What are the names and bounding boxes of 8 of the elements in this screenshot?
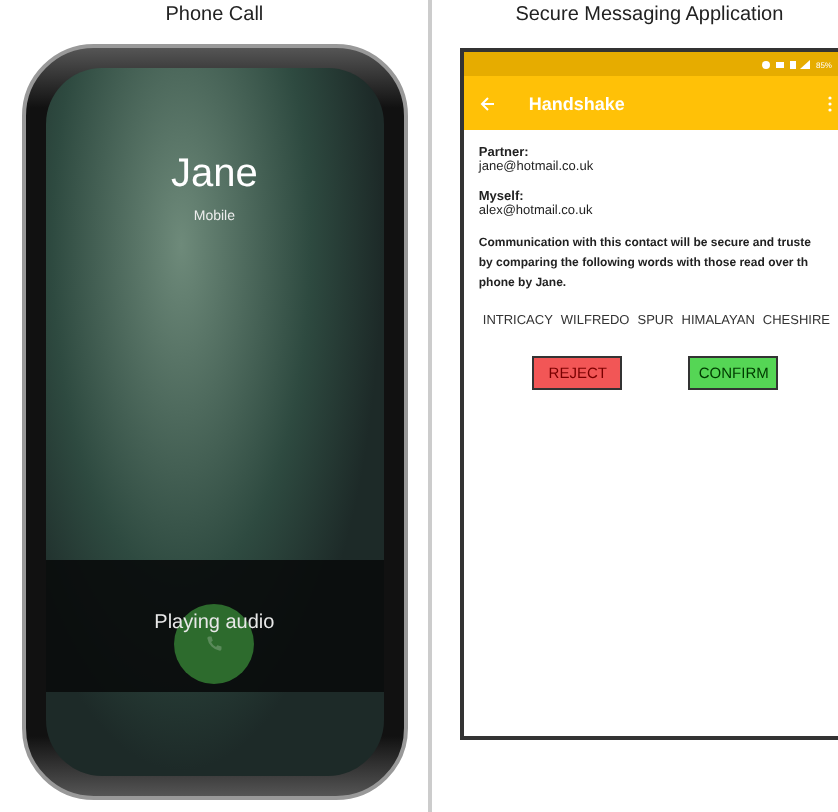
- phone-icon: [204, 634, 225, 654]
- status-text: Playing audio: [154, 611, 275, 633]
- panel-title: Secure Messaging Application: [515, 2, 784, 30]
- back-arrow-icon[interactable]: [480, 95, 497, 111]
- panel-title: Phone Call: [165, 2, 264, 30]
- app-bar-title: Handshake: [528, 93, 627, 113]
- caller-name: Jane: [171, 152, 258, 198]
- status-icons: [761, 59, 810, 69]
